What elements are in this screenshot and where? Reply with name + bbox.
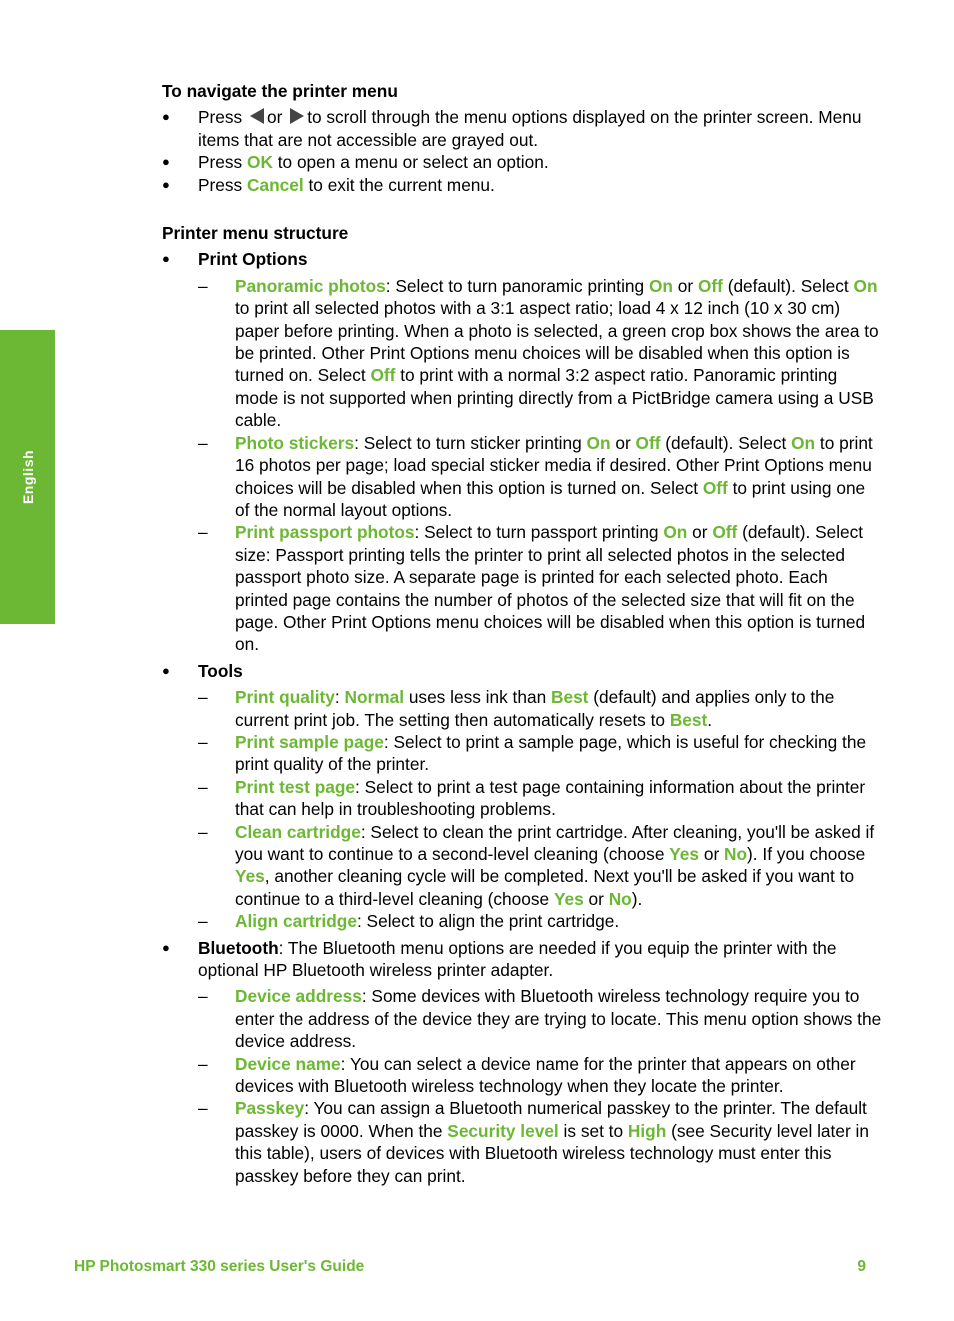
language-tab: English — [0, 330, 55, 624]
cancel-key: Cancel — [247, 174, 304, 195]
navigate-heading: To navigate the printer menu — [162, 81, 398, 101]
page-content: To navigate the printer menu Press or to… — [162, 80, 882, 1187]
test-item: Print test page: Select to print a test … — [198, 776, 882, 821]
passport-item: Print passport photos: Select to turn pa… — [198, 521, 882, 655]
list-item: Press or to scroll through the menu opti… — [162, 106, 882, 151]
navigate-list: Press or to scroll through the menu opti… — [162, 106, 882, 196]
structure-list: Print Options Panoramic photos: Select t… — [162, 248, 882, 1187]
devname-item: Device name: You can select a device nam… — [198, 1053, 882, 1098]
left-arrow-icon — [250, 108, 264, 125]
tools-item: Tools Print quality: Normal uses less in… — [162, 660, 882, 933]
list-item: Press OK to open a menu or select an opt… — [162, 151, 882, 174]
panoramic-item: Panoramic photos: Select to turn panoram… — [198, 275, 882, 432]
print-options-item: Print Options Panoramic photos: Select t… — [162, 248, 882, 655]
print-options-title: Print Options — [198, 249, 308, 270]
footer-title: HP Photosmart 330 series User's Guide — [74, 1258, 365, 1275]
ok-key: OK — [247, 152, 273, 173]
bluetooth-item: Bluetooth: The Bluetooth menu options ar… — [162, 937, 882, 1187]
list-item: Press Cancel to exit the current menu. — [162, 174, 882, 197]
quality-item: Print quality: Normal uses less ink than… — [198, 686, 882, 731]
language-tab-label: English — [19, 449, 36, 505]
tools-title: Tools — [198, 660, 243, 681]
sample-item: Print sample page: Select to print a sam… — [198, 731, 882, 776]
page-footer: HP Photosmart 330 series User's Guide 9 — [74, 1258, 866, 1276]
stickers-item: Photo stickers: Select to turn sticker p… — [198, 432, 882, 522]
address-item: Device address: Some devices with Blueto… — [198, 985, 882, 1052]
clean-item: Clean cartridge: Select to clean the pri… — [198, 821, 882, 911]
passkey-item: Passkey: You can assign a Bluetooth nume… — [198, 1097, 882, 1187]
align-item: Align cartridge: Select to align the pri… — [198, 910, 882, 933]
right-arrow-icon — [290, 108, 305, 125]
page-number: 9 — [857, 1258, 866, 1275]
bluetooth-title: Bluetooth — [198, 937, 279, 958]
structure-heading: Printer menu structure — [162, 223, 349, 244]
